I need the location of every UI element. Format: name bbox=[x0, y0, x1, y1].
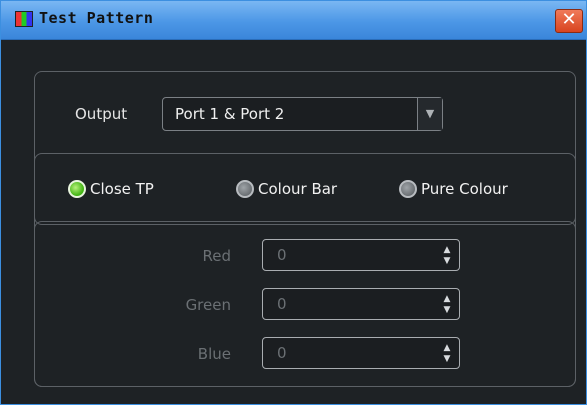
output-label: Output bbox=[75, 105, 128, 123]
spin-down-icon[interactable]: ▼ bbox=[441, 257, 453, 266]
radio-checked-icon bbox=[68, 180, 86, 198]
blue-stepper[interactable]: 0 ▲ ▼ bbox=[262, 337, 460, 369]
title-bar[interactable]: Test Pattern ✕ bbox=[1, 1, 586, 40]
spin-up-icon[interactable]: ▲ bbox=[441, 344, 453, 353]
window-title: Test Pattern bbox=[39, 9, 154, 27]
close-button[interactable]: ✕ bbox=[555, 9, 583, 33]
spin-down-icon[interactable]: ▼ bbox=[441, 355, 453, 364]
spin-up-icon[interactable]: ▲ bbox=[441, 246, 453, 255]
output-selected-value: Port 1 & Port 2 bbox=[175, 105, 285, 123]
green-stepper[interactable]: 0 ▲ ▼ bbox=[262, 288, 460, 320]
blue-value: 0 bbox=[277, 344, 287, 362]
red-label: Red bbox=[202, 247, 232, 265]
red-value: 0 bbox=[277, 246, 287, 264]
radio-unchecked-icon bbox=[236, 180, 254, 198]
blue-label: Blue bbox=[197, 345, 231, 363]
red-stepper[interactable]: 0 ▲ ▼ bbox=[262, 239, 460, 271]
app-icon bbox=[15, 11, 33, 27]
radio-close-tp-label: Close TP bbox=[90, 180, 154, 198]
radio-pure-colour-label: Pure Colour bbox=[421, 180, 508, 198]
spin-up-icon[interactable]: ▲ bbox=[441, 295, 453, 304]
green-value: 0 bbox=[277, 295, 287, 313]
radio-unchecked-icon bbox=[399, 180, 417, 198]
chevron-down-icon[interactable]: ▼ bbox=[417, 98, 442, 130]
test-pattern-window: Test Pattern ✕ Output Port 1 & Port 2 ▼ … bbox=[0, 0, 587, 405]
spin-down-icon[interactable]: ▼ bbox=[441, 306, 453, 315]
green-label: Green bbox=[185, 296, 231, 314]
radio-colour-bar-label: Colour Bar bbox=[258, 180, 338, 198]
output-select[interactable]: Port 1 & Port 2 ▼ bbox=[162, 97, 443, 131]
